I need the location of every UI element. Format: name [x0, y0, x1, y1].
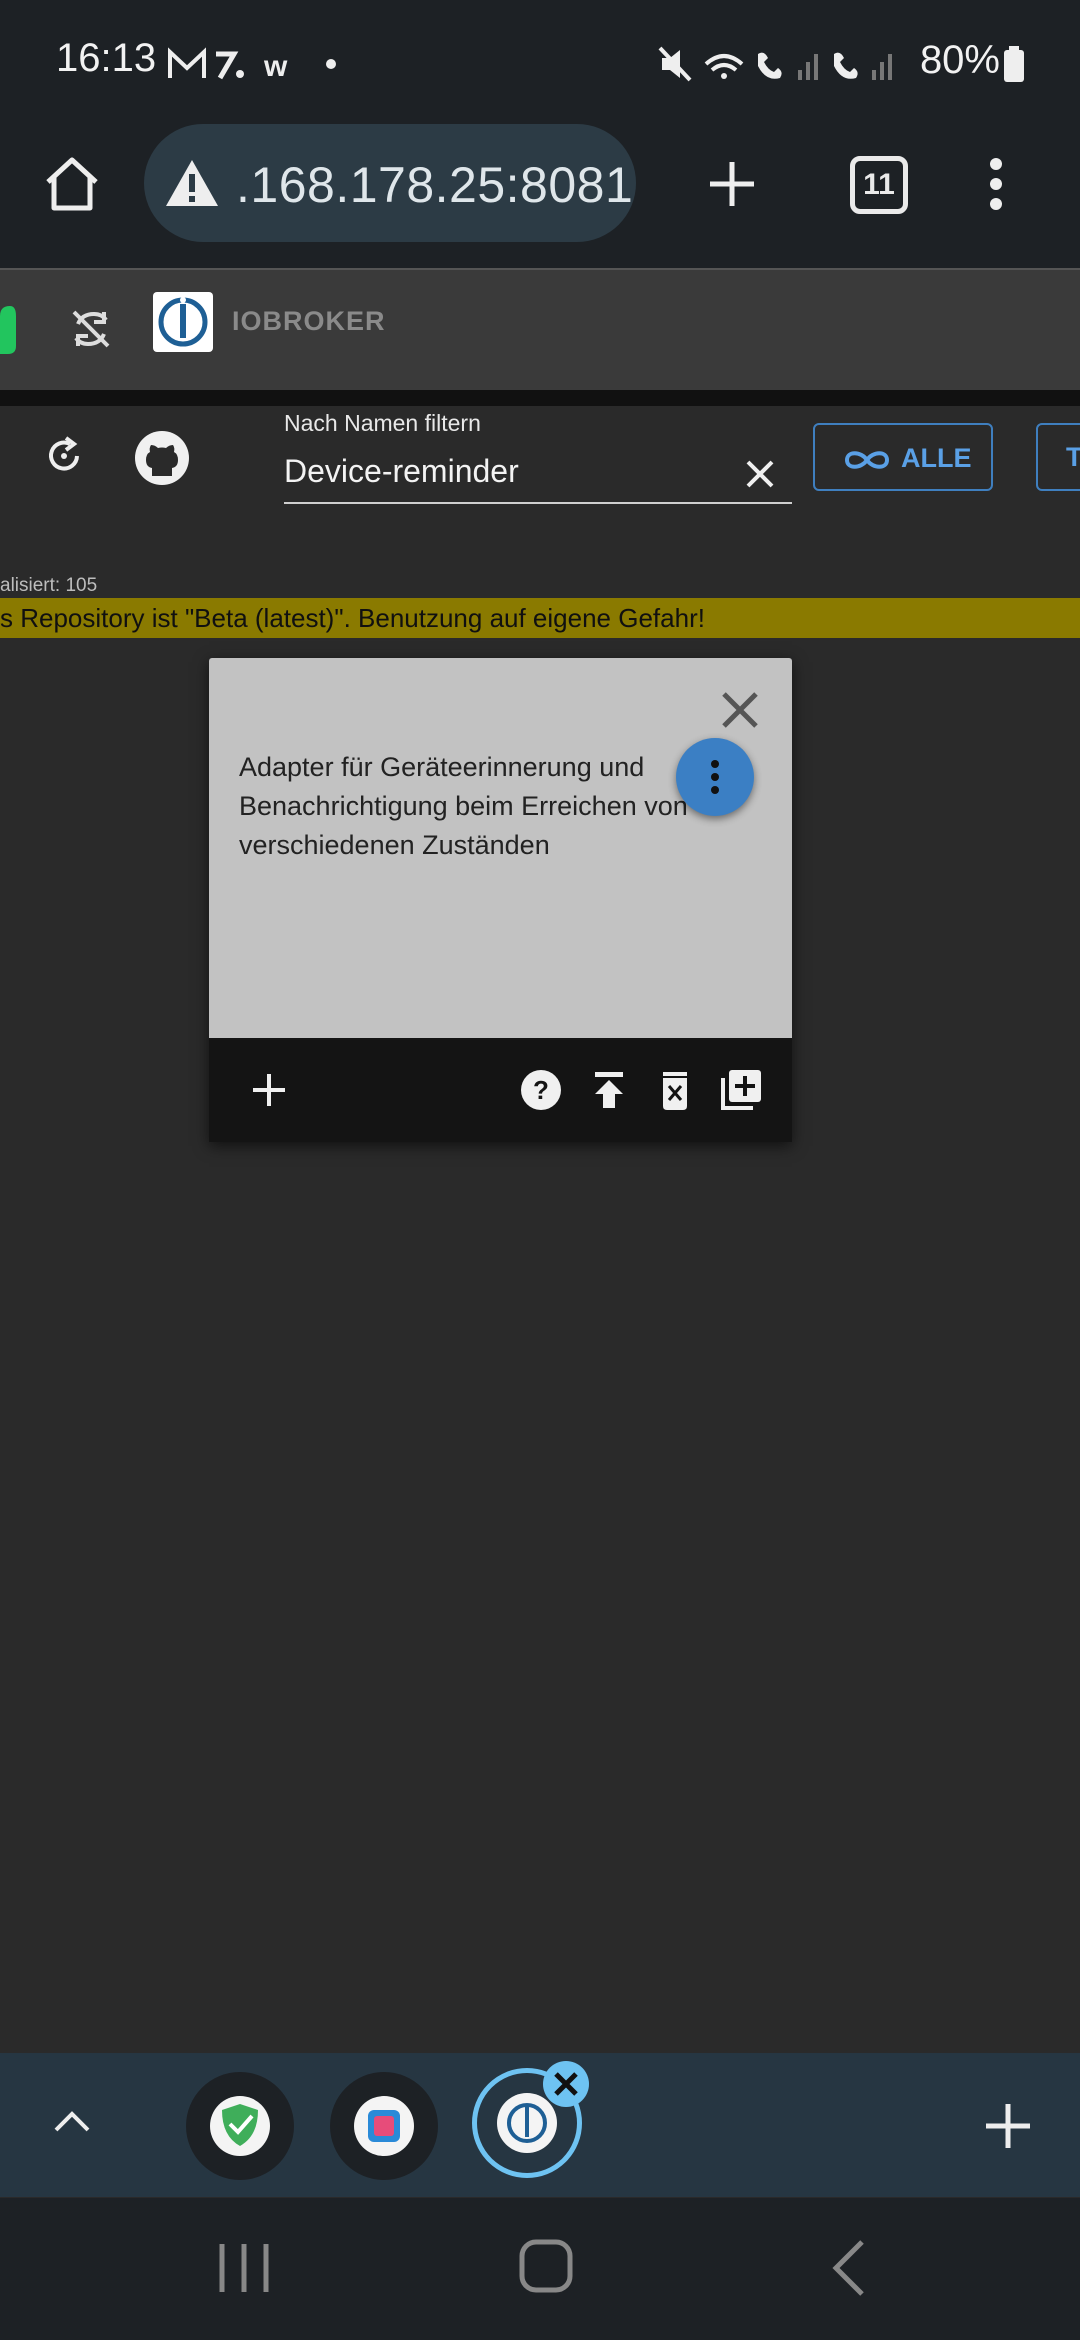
recent-apps-icon[interactable] [218, 2240, 270, 2296]
close-tab-icon[interactable] [542, 2060, 590, 2108]
adapter-description: Adapter für Geräteerinnerung und Benachr… [239, 752, 688, 860]
url-text[interactable]: .168.178.25:8081 [236, 156, 633, 214]
filter-input[interactable] [284, 440, 792, 504]
more-vert-icon [711, 760, 719, 794]
tab-thumb-app[interactable] [330, 2072, 438, 2180]
sync-off-icon[interactable] [70, 308, 112, 350]
battery-percentage: 80% [919, 38, 1000, 82]
close-icon[interactable] [720, 690, 760, 730]
adapter-menu-button[interactable] [676, 738, 754, 816]
beta-warning-bar: s Repository ist "Beta (latest)". Benutz… [0, 598, 1080, 638]
connectivity-icons [658, 46, 892, 82]
app-icon [354, 2096, 414, 2156]
clear-filter-icon[interactable] [744, 458, 776, 490]
home-nav-icon[interactable] [518, 2238, 574, 2294]
status-bar [0, 0, 1080, 125]
tab-switcher-button[interactable]: 11 [850, 156, 908, 214]
shield-check-icon [210, 2096, 270, 2156]
status-time: 16:13 [56, 36, 157, 80]
svg-text:?: ? [533, 1075, 549, 1105]
warning-icon[interactable] [164, 158, 220, 208]
add-box-icon[interactable] [719, 1068, 763, 1112]
header-divider [0, 390, 1080, 406]
upload-icon[interactable] [587, 1068, 631, 1112]
infinity-icon [844, 451, 890, 469]
chevron-up-icon[interactable] [52, 2108, 92, 2134]
back-icon[interactable] [828, 2238, 868, 2298]
adapter-card-actions: ? [209, 1038, 792, 1142]
more-vert-icon[interactable] [986, 156, 1006, 212]
iobroker-logo [153, 292, 213, 352]
update-counter: alisiert: 105 [0, 575, 98, 596]
svg-text:w: w [263, 50, 288, 82]
battery-icon [1004, 46, 1024, 82]
delete-icon[interactable] [653, 1068, 697, 1112]
tab-thumb-adguard[interactable] [186, 2072, 294, 2180]
brand-name: IOBROKER [232, 306, 386, 336]
add-tab-icon[interactable] [984, 2102, 1032, 2150]
github-icon[interactable] [134, 430, 190, 486]
show-all-label: ALLE [901, 443, 972, 473]
next-filter-button[interactable]: T [1036, 423, 1080, 491]
filter-label: Nach Namen filtern [284, 410, 481, 436]
add-instance-icon[interactable] [247, 1068, 291, 1112]
home-icon[interactable] [42, 154, 102, 212]
notification-icons: w [168, 47, 336, 82]
adapter-card: Adapter für Geräteerinnerung und Benachr… [209, 658, 792, 1142]
show-all-button[interactable]: ALLE [813, 423, 993, 491]
new-tab-icon[interactable] [708, 160, 756, 208]
online-indicator-icon [0, 306, 16, 354]
help-icon[interactable]: ? [519, 1068, 563, 1112]
refresh-icon[interactable] [44, 436, 84, 476]
